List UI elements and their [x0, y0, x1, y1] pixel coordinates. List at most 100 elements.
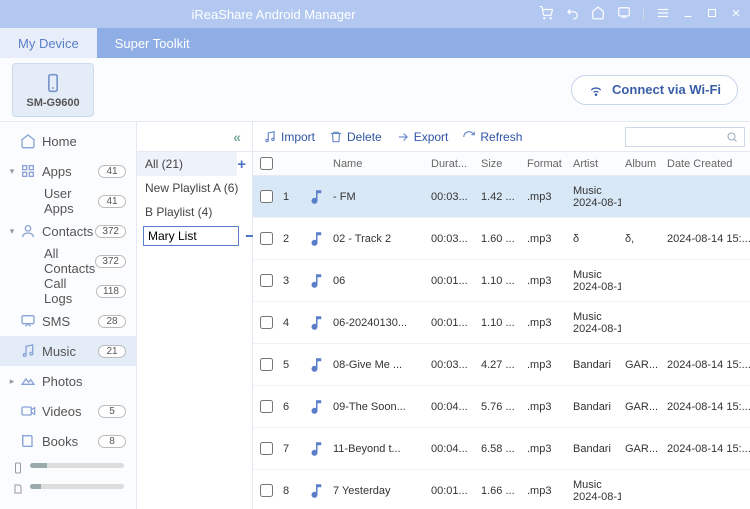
menu-icon[interactable] [656, 6, 670, 23]
playlist-all[interactable]: All (21) [137, 152, 237, 176]
internal-storage-bar [30, 463, 124, 468]
collapse-playlists-button[interactable]: « [230, 130, 244, 144]
cell-artist: Music2024-08-14 15:... [569, 311, 621, 335]
row-checkbox[interactable] [260, 232, 273, 245]
feedback-icon[interactable] [617, 6, 631, 23]
table-row[interactable]: 406-20240130...00:01...1.10 ....mp3Music… [253, 302, 750, 344]
sidebar-item-sms[interactable]: SMS28 [0, 306, 136, 336]
refresh-button[interactable]: Refresh [462, 130, 522, 144]
nav-label: Apps [42, 164, 98, 179]
search-box[interactable] [625, 127, 745, 147]
search-input[interactable] [630, 131, 726, 143]
row-checkbox[interactable] [260, 400, 273, 413]
cell-album: δ, [621, 233, 663, 245]
row-index: 6 [279, 401, 303, 413]
col-size[interactable]: Size [477, 158, 523, 170]
tab-super-toolkit[interactable]: Super Toolkit [97, 28, 208, 58]
tab-my-device[interactable]: My Device [0, 28, 97, 58]
maximize-icon[interactable] [706, 7, 718, 22]
sidebar-item-music[interactable]: Music21 [0, 336, 136, 366]
home-icon[interactable] [591, 6, 605, 23]
table-row[interactable]: 30600:01...1.10 ....mp3Music2024-08-14 1… [253, 260, 750, 302]
sidebar-item-all-contacts[interactable]: All Contacts372 [0, 246, 136, 276]
table-row[interactable]: 508-Give Me ...00:03...4.27 ....mp3Banda… [253, 344, 750, 386]
select-all-checkbox[interactable] [260, 157, 273, 170]
col-duration[interactable]: Durat... [427, 158, 477, 170]
cell-duration: 00:01... [427, 317, 477, 329]
cell-name: - FM [329, 191, 427, 203]
col-format[interactable]: Format [523, 158, 569, 170]
table-row[interactable]: 609-The Soon...00:04...5.76 ....mp3Banda… [253, 386, 750, 428]
row-checkbox[interactable] [260, 316, 273, 329]
sidebar-item-photos[interactable]: ▸Photos [0, 366, 136, 396]
table-row[interactable]: 87 Yesterday00:01...1.66 ....mp3Music202… [253, 470, 750, 509]
cell-album: Music [573, 311, 615, 323]
sidebar-item-videos[interactable]: Videos5 [0, 396, 136, 426]
nav-label: Call Logs [44, 276, 96, 306]
count-badge: 28 [98, 315, 126, 328]
cell-size: 4.27 ... [477, 359, 523, 371]
add-playlist-button[interactable]: + [237, 156, 252, 173]
cell-name: 08-Give Me ... [329, 359, 427, 371]
export-button[interactable]: Export [396, 130, 449, 144]
nav-label: User Apps [44, 186, 98, 216]
row-checkbox[interactable] [260, 274, 273, 287]
sidebar-item-user-apps[interactable]: User Apps41 [0, 186, 136, 216]
row-checkbox[interactable] [260, 358, 273, 371]
cell-artist: Music2024-08-14 15:... [569, 479, 621, 503]
table-row[interactable]: 202 - Track 200:03...1.60 ....mp3δδ,2024… [253, 218, 750, 260]
cart-icon[interactable] [539, 6, 553, 23]
cell-duration: 00:04... [427, 443, 477, 455]
cell-album: Music [573, 479, 615, 491]
cell-album: GAR... [621, 359, 663, 371]
row-checkbox[interactable] [260, 484, 273, 497]
import-button[interactable]: Import [263, 130, 315, 144]
cell-name: 02 - Track 2 [329, 233, 427, 245]
col-name[interactable]: Name [329, 158, 427, 170]
cell-name: 09-The Soon... [329, 401, 427, 413]
close-icon[interactable] [730, 7, 742, 22]
content-panel: Import Delete Export Refresh Name Durat.… [253, 122, 750, 509]
count-badge: 41 [98, 165, 126, 178]
count-badge: 372 [95, 225, 126, 238]
sidebar-item-books[interactable]: Books8 [0, 426, 136, 449]
cell-name: 06 [329, 275, 427, 287]
table-row[interactable]: 711-Beyond t...00:04...6.58 ....mp3Banda… [253, 428, 750, 470]
cell-size: 1.42 ... [477, 191, 523, 203]
cell-name: 7 Yesterday [329, 485, 427, 497]
new-playlist-input[interactable] [143, 226, 239, 246]
cell-format: .mp3 [523, 443, 569, 455]
table-row[interactable]: 1 - FM00:03...1.42 ....mp3Music2024-08-1… [253, 176, 750, 218]
row-checkbox[interactable] [260, 442, 273, 455]
sidebar-item-apps[interactable]: ▾Apps41 [0, 156, 136, 186]
music-icon [307, 230, 325, 248]
cell-artist: Bandari [569, 359, 621, 371]
sidebar-item-contacts[interactable]: ▾Contacts372 [0, 216, 136, 246]
playlist-item[interactable]: New Playlist A (6) [137, 176, 252, 200]
cell-artist: Music2024-08-14 15:... [569, 185, 621, 209]
main-tabs: My Device Super Toolkit [0, 28, 750, 58]
search-icon [726, 131, 738, 143]
connect-wifi-button[interactable]: Connect via Wi-Fi [571, 75, 738, 105]
app-title: iReaShare Android Manager [8, 7, 539, 22]
col-album[interactable]: Album [621, 158, 663, 170]
row-checkbox[interactable] [260, 190, 273, 203]
playlist-item[interactable]: B Playlist (4) [137, 200, 252, 224]
device-card[interactable]: SM-G9600 [12, 63, 94, 117]
cell-artist: Music2024-08-14 15:... [569, 269, 621, 293]
col-date[interactable]: Date Created [663, 158, 750, 170]
sidebar-item-home[interactable]: Home [0, 126, 136, 156]
delete-button[interactable]: Delete [329, 130, 382, 144]
minimize-icon[interactable] [682, 7, 694, 22]
music-icon [307, 314, 325, 332]
device-row: SM-G9600 Connect via Wi-Fi [0, 58, 750, 122]
nav-label: Videos [42, 404, 98, 419]
music-icon [307, 482, 325, 500]
nav-label: Contacts [42, 224, 95, 239]
back-icon[interactable] [565, 6, 579, 23]
row-index: 2 [279, 233, 303, 245]
sd-storage-bar [30, 484, 124, 489]
sidebar-item-call-logs[interactable]: Call Logs118 [0, 276, 136, 306]
col-artist[interactable]: Artist [569, 158, 621, 170]
nav-icon [18, 163, 38, 179]
